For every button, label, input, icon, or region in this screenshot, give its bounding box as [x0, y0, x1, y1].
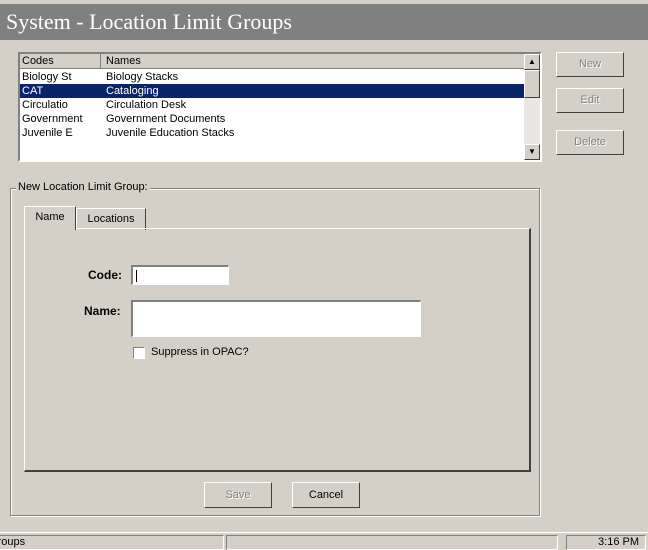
name-input[interactable] — [131, 300, 421, 337]
list-row[interactable]: Juvenile E Juvenile Education Stacks — [20, 126, 524, 140]
status-pane-middle — [226, 535, 558, 550]
tab-name-label: Name — [35, 211, 65, 223]
new-button-label: New — [578, 58, 601, 70]
edit-button[interactable]: Edit — [556, 88, 624, 113]
tab-name[interactable]: Name — [24, 206, 76, 230]
status-text: Groups — [0, 536, 26, 548]
status-pane-clock: 3:16 PM — [566, 535, 646, 550]
column-header-names[interactable]: Names — [106, 55, 141, 67]
name-label: Name: — [84, 304, 121, 318]
column-header-codes[interactable]: Codes — [22, 55, 54, 67]
scroll-up-arrow-icon[interactable]: ▲ — [524, 54, 540, 70]
row-name: Circulation Desk — [106, 99, 187, 111]
list-header: Codes Names — [20, 54, 524, 69]
window-title: System - Location Limit Groups — [6, 9, 292, 34]
cancel-button-label: Cancel — [308, 489, 344, 501]
list-row-selected[interactable]: CAT Cataloging — [20, 84, 524, 98]
delete-button[interactable]: Delete — [556, 130, 624, 155]
cancel-button[interactable]: Cancel — [292, 482, 360, 508]
delete-button-label: Delete — [574, 136, 606, 148]
row-name: Juvenile Education Stacks — [106, 127, 235, 139]
tab-locations-label: Locations — [87, 213, 135, 225]
scroll-thumb[interactable] — [524, 70, 540, 98]
code-input[interactable] — [131, 265, 229, 285]
list-row[interactable]: Circulatio Circulation Desk — [20, 98, 524, 112]
code-label: Code: — [88, 268, 122, 282]
list-row[interactable]: Government Government Documents — [20, 112, 524, 126]
text-caret — [136, 270, 137, 282]
row-code: Circulatio — [22, 99, 68, 111]
title-bar: System - Location Limit Groups — [0, 4, 648, 40]
save-button-label: Save — [225, 489, 251, 501]
row-code: Biology St — [22, 71, 72, 83]
location-groups-list[interactable]: Codes Names Biology St Biology Stacks CA… — [18, 52, 542, 162]
save-button[interactable]: Save — [204, 482, 272, 508]
new-button[interactable]: New — [556, 52, 624, 77]
row-name: Biology Stacks — [106, 71, 179, 83]
scroll-down-arrow-icon[interactable]: ▼ — [524, 144, 540, 160]
list-scrollbar[interactable]: ▲ ▼ — [524, 54, 540, 160]
row-code: CAT — [22, 85, 44, 97]
list-row[interactable]: Biology St Biology Stacks — [20, 70, 524, 84]
suppress-opac-checkbox[interactable] — [133, 347, 145, 359]
column-divider[interactable] — [100, 54, 101, 69]
row-code: Juvenile E — [22, 127, 73, 139]
row-name: Government Documents — [106, 113, 226, 125]
tab-locations[interactable]: Locations — [76, 208, 146, 230]
row-name: Cataloging — [106, 85, 159, 97]
status-pane-message: Groups — [0, 535, 224, 550]
suppress-opac-label[interactable]: Suppress in OPAC? — [151, 346, 249, 358]
row-code: Government — [22, 113, 83, 125]
edit-button-label: Edit — [580, 94, 600, 106]
status-bar: Groups 3:16 PM — [0, 532, 648, 550]
tab-panel — [24, 228, 531, 472]
status-clock: 3:16 PM — [598, 536, 639, 548]
group-box-label: New Location Limit Group: — [16, 181, 150, 193]
